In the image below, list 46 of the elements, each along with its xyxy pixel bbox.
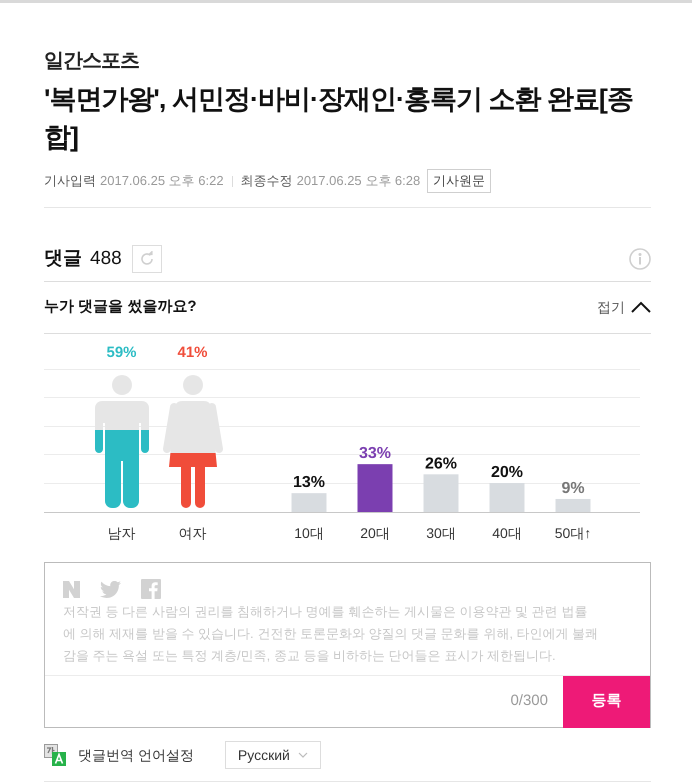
comment-input[interactable]: 저작권 등 다른 사람의 권리를 침해하거나 명예를 훼손하는 게시물은 이용약관 및 관련 법률에 의해 제재를 받을 수 있습니다. 건전한 토론문화와 양질의 댓글 문화를 위해, 타인에게 불쾌감을 주는 욕설 또는 특정 계층/민족, 종교 등을 비하하는 단어들은 표시가 제한됩니다. [45, 598, 650, 675]
category-label: 30대 [426, 525, 456, 541]
comment-count: 488 [90, 246, 122, 271]
age-bar [292, 493, 326, 512]
info-icon[interactable] [629, 248, 651, 270]
section-title: 누가 댓글을 썼을까요? [44, 297, 196, 318]
value-label: 33% [358, 445, 392, 462]
comments-title: 댓글 [44, 246, 82, 271]
collapse-toggle[interactable]: 접기 [597, 297, 651, 318]
share-button[interactable] [100, 580, 121, 598]
language-dropdown[interactable]: Русский [224, 741, 321, 769]
percentage-label: 41% [177, 344, 208, 362]
timestamp-value: 2017.06.25 오후 6:28 [296, 172, 420, 190]
caret-icon [298, 752, 308, 758]
category-label: 10대 [294, 525, 324, 541]
age-bar [424, 474, 458, 512]
age-bar [490, 483, 524, 512]
percentage-label: 59% [106, 344, 137, 362]
age-bar [556, 498, 590, 512]
gender-label: 남자 [108, 524, 136, 542]
translation-label: 댓글번역 언어설정 [78, 746, 194, 764]
age-bar [358, 464, 392, 512]
value-label: 26% [424, 455, 458, 472]
refresh-button[interactable] [132, 245, 162, 273]
translate-icon [44, 744, 66, 766]
bird-icon [100, 580, 121, 598]
category-label: 50대↑ [554, 525, 592, 541]
article-title: '복면가왕', 서민정·바비·장재인·홍록기 소환 완료[종합] [44, 83, 634, 154]
value-label: 20% [490, 464, 524, 481]
refresh-icon [138, 251, 155, 267]
timestamp-value: 2017.06.25 오후 6:22 [100, 172, 224, 190]
timestamp-label: 기사입력 [44, 172, 96, 190]
category-label: 40대 [492, 525, 522, 541]
category-label: 20대 [360, 525, 390, 541]
submit-button[interactable]: 등록 [563, 676, 650, 728]
value-label: 13% [292, 474, 326, 492]
character-counter: 0/300 [510, 691, 548, 712]
timestamp-label: 최종수정 [240, 172, 293, 190]
comment-box[interactable]: 저작권 등 다른 사람의 권리를 침해하거나 명예를 훼손하는 게시물은 이용약관 및 관련 법률에 의해 제재를 받을 수 있습니다. 건전한 토론문화와 양질의 댓글 문화를 위해, 타인에게 불쾌감을 주는 욕설 또는 특정 계층/민족, 종교 등을 비하하는 단어들은 표시가 제한됩니다. 0/300 등록 [44, 562, 651, 728]
logo[interactable]: 일간스포츠 [44, 48, 139, 74]
gender-label: 여자 [178, 524, 206, 542]
share-button[interactable] [63, 580, 80, 598]
value-label: 9% [561, 480, 585, 497]
share-button[interactable] [141, 579, 161, 599]
source-button[interactable]: 기사원문 [427, 169, 492, 193]
n-logo-icon [63, 580, 80, 598]
